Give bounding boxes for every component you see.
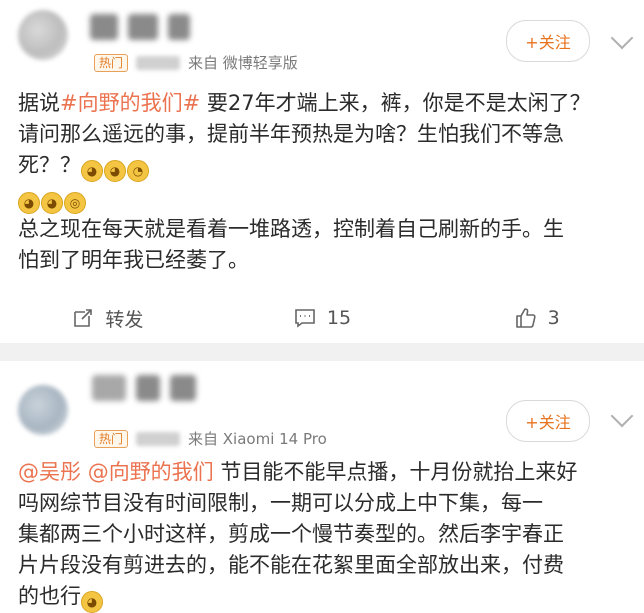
blurred-badge	[136, 55, 181, 70]
hashtag-link[interactable]: #向野的我们#	[60, 91, 200, 115]
emoji-icon: ◕	[104, 160, 126, 182]
blurred-badge	[136, 431, 181, 446]
follow-button[interactable]: +关注	[506, 20, 590, 62]
post-content: 据说#向野的我们# 要27年才端上来，裤，你是不是太闲了？ 请问那么遥远的事，提…	[18, 91, 591, 272]
repost-button[interactable]: 转发	[0, 296, 215, 340]
post-divider	[0, 343, 644, 361]
weibo-post-2: 热门 来自 Xiaomi 14 Pro +关注 @吴彤 @向野的我们 节目能不能…	[0, 361, 644, 613]
post-source: 来自 Xiaomi 14 Pro	[188, 430, 327, 448]
avatar[interactable]	[18, 10, 68, 60]
post-actions: 转发 15 3	[0, 296, 644, 340]
chevron-down-icon[interactable]	[610, 26, 634, 50]
emoji-icon: ◎	[64, 192, 86, 214]
repost-icon	[74, 309, 93, 327]
like-button[interactable]: 3	[429, 296, 644, 340]
emoji-icon: ◕	[18, 192, 40, 214]
avatar[interactable]	[18, 385, 68, 435]
emoji-icon: ◕	[81, 160, 103, 182]
follow-button[interactable]: +关注	[506, 400, 590, 442]
post-source: 来自 微博轻享版	[188, 54, 298, 72]
mention-link[interactable]: @吴彤	[18, 460, 81, 484]
comment-button[interactable]: 15	[215, 296, 430, 340]
emoji-icon: ◕	[41, 192, 63, 214]
post-content: @吴彤 @向野的我们 节目能不能早点播，十月份就抬上来好 吗网综节目没有时间限制…	[18, 457, 630, 613]
chevron-down-icon[interactable]	[610, 404, 634, 428]
weibo-post-1: 热门 来自 微博轻享版 +关注 据说#向野的我们# 要27年才端上来，裤，你是不…	[0, 0, 644, 343]
emoji-icon: ◔	[127, 160, 149, 182]
username-blurred[interactable]	[92, 375, 196, 401]
hot-badge: 热门	[94, 53, 129, 72]
like-icon	[515, 308, 536, 328]
username-blurred[interactable]	[90, 14, 190, 40]
comment-icon	[295, 309, 315, 328]
post-meta: 热门 来自 Xiaomi 14 Pro	[94, 428, 327, 449]
mention-link[interactable]: @向野的我们	[88, 460, 214, 484]
hot-badge: 热门	[94, 429, 129, 448]
emoji-icon: ◕	[81, 591, 103, 613]
post-meta: 热门 来自 微博轻享版	[94, 52, 298, 73]
